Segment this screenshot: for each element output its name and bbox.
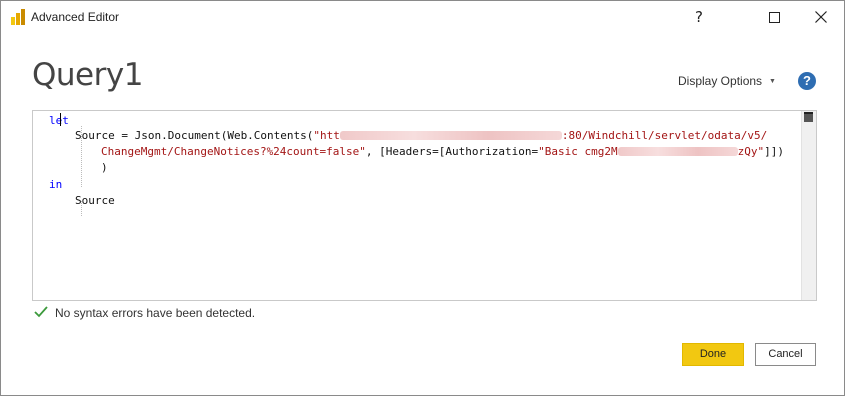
- display-options-dropdown[interactable]: Display Options ▼: [678, 74, 776, 88]
- source-output: Source: [75, 194, 115, 207]
- keyword-in: in: [49, 178, 63, 191]
- redacted-host: [339, 131, 562, 140]
- text-cursor: [60, 113, 61, 126]
- scroll-thumb[interactable]: [804, 112, 813, 122]
- maximize-icon: [768, 11, 780, 23]
- url-end: :80/Windchill/servlet/odata/v5/: [561, 129, 768, 142]
- auth-end: zQy": [737, 145, 765, 158]
- status-message: No syntax errors have been detected.: [55, 306, 256, 320]
- code-line-6: Source: [75, 193, 115, 208]
- code-line-2: Source = Json.Document(Web.Contents("htt…: [75, 128, 767, 143]
- closing-paren: ): [101, 161, 108, 174]
- title-bar[interactable]: Advanced Editor ?: [1, 1, 844, 33]
- display-options-label: Display Options: [678, 74, 763, 88]
- keyword-let: let: [49, 114, 69, 127]
- editor-scrollbar[interactable]: [801, 111, 816, 300]
- help-button[interactable]: ?: [676, 1, 722, 33]
- done-button[interactable]: Done: [682, 343, 744, 366]
- source-prefix: Source = Json.Document(Web.Contents(: [75, 129, 314, 142]
- close-button[interactable]: [798, 1, 844, 33]
- window-title: Advanced Editor: [31, 10, 120, 24]
- caret-down-icon: ▼: [769, 78, 776, 85]
- headers-part: , [Headers=[Authorization=: [365, 145, 539, 158]
- url-start: "htt: [313, 129, 340, 142]
- auth-start: "Basic cmg2M: [538, 145, 618, 158]
- code-line-1: let: [49, 113, 69, 128]
- code-area[interactable]: let Source = Json.Document(Web.Contents(…: [33, 111, 801, 300]
- check-icon: [34, 306, 48, 318]
- line-end: ]]): [764, 145, 784, 158]
- code-line-4: ): [101, 160, 108, 175]
- power-bi-icon: [11, 9, 25, 25]
- help-circle-icon[interactable]: ?: [798, 72, 816, 90]
- question-mark-icon: ?: [695, 8, 703, 26]
- maximize-button[interactable]: [751, 1, 797, 33]
- cancel-button[interactable]: Cancel: [755, 343, 816, 366]
- query-title: Query1: [32, 57, 143, 93]
- close-icon: [815, 11, 827, 23]
- code-editor[interactable]: let Source = Json.Document(Web.Contents(…: [32, 110, 817, 301]
- redacted-credential: [617, 147, 738, 156]
- code-line-5: in: [49, 177, 62, 192]
- advanced-editor-window: Advanced Editor ? Query1 Display Options…: [0, 0, 845, 396]
- url-continuation: ChangeMgmt/ChangeNotices?%24count=false": [101, 145, 366, 158]
- code-line-3: ChangeMgmt/ChangeNotices?%24count=false"…: [101, 144, 784, 159]
